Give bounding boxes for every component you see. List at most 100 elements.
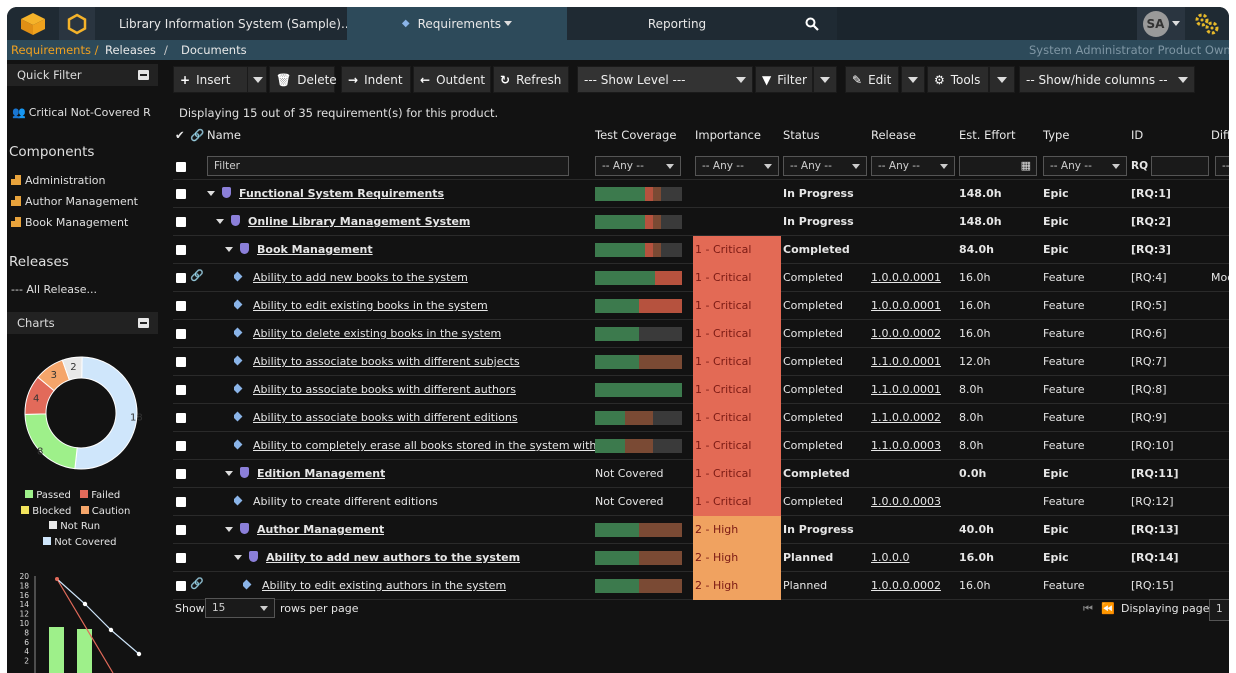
app-logo-icon[interactable] xyxy=(15,7,51,40)
table-row[interactable]: Ability to edit existing books in the sy… xyxy=(173,292,1229,320)
release-link[interactable]: 1.0.0.0 xyxy=(871,544,909,571)
admin-settings-button[interactable] xyxy=(1189,7,1225,40)
table-row[interactable]: Online Library Management System In Progr… xyxy=(173,208,1229,236)
attachment-icon[interactable]: 🔗 xyxy=(190,269,204,282)
column-header-name[interactable]: Name xyxy=(207,128,241,142)
edit-dropdown[interactable] xyxy=(901,66,925,93)
product-selector[interactable]: Library Information System (Sample)... xyxy=(113,7,365,40)
row-checkbox[interactable] xyxy=(176,581,186,591)
tab-requirements[interactable]: ◆ Requirements xyxy=(347,7,567,40)
expand-triangle-icon[interactable] xyxy=(225,247,233,252)
component-item-author-management[interactable]: Author Management xyxy=(11,195,138,208)
tools-dropdown[interactable] xyxy=(989,66,1015,93)
table-row[interactable]: Functional System Requirements In Progres… xyxy=(173,180,1229,208)
table-row[interactable]: Ability to associate books with differen… xyxy=(173,376,1229,404)
table-row[interactable]: Author Management 2 - High In Progress 40.0… xyxy=(173,516,1229,544)
requirement-link[interactable]: Ability to edit existing authors in the … xyxy=(262,579,506,592)
requirement-link[interactable]: Author Management xyxy=(257,523,384,536)
edit-button[interactable]: ✎ Edit xyxy=(845,66,899,93)
name-filter-input[interactable]: Filter xyxy=(207,156,569,176)
requirement-link[interactable]: Online Library Management System xyxy=(248,215,470,228)
release-link[interactable]: 1.0.0.0.0001 xyxy=(871,292,941,319)
column-header-release[interactable]: Release xyxy=(871,128,916,142)
release-link[interactable]: 1.1.0.0.0001 xyxy=(871,348,941,375)
column-header-difficulty[interactable]: Diffic xyxy=(1211,128,1229,142)
filter-button[interactable]: ▼ Filter xyxy=(755,66,813,93)
column-header-id[interactable]: ID xyxy=(1131,128,1143,142)
table-row[interactable]: Book Management 1 - Critical Completed 84.0… xyxy=(173,236,1229,264)
column-header-importance[interactable]: Importance xyxy=(695,128,761,142)
outdent-button[interactable]: ← Outdent xyxy=(413,66,491,93)
breadcrumb-releases[interactable]: Releases xyxy=(105,43,156,57)
release-link[interactable]: 1.0.0.0.0002 xyxy=(871,320,941,347)
row-checkbox[interactable] xyxy=(176,273,186,283)
row-checkbox[interactable] xyxy=(176,301,186,311)
quick-filter-item[interactable]: 👥 Critical Not-Covered R xyxy=(12,106,151,119)
expand-triangle-icon[interactable] xyxy=(207,191,215,196)
release-link[interactable]: 1.1.0.0.0003 xyxy=(871,432,941,459)
row-checkbox[interactable] xyxy=(176,189,186,199)
table-row[interactable]: Ability to associate books with differen… xyxy=(173,348,1229,376)
user-menu[interactable]: SA xyxy=(1137,7,1185,40)
previous-page-icon[interactable]: ⏪ xyxy=(1101,595,1115,622)
release-link[interactable]: 1.1.0.0.0002 xyxy=(871,404,941,431)
search-button[interactable] xyxy=(787,7,837,40)
coverage-filter-select[interactable]: -- Any -- xyxy=(595,156,681,176)
show-level-select[interactable]: --- Show Level --- xyxy=(577,66,753,93)
column-header-status[interactable]: Status xyxy=(783,128,820,142)
release-link[interactable]: 1.0.0.0.0003 xyxy=(871,488,941,515)
expand-triangle-icon[interactable] xyxy=(225,471,233,476)
effort-filter-input[interactable]: ▦ xyxy=(959,156,1037,176)
first-page-icon[interactable]: ⏮ xyxy=(1083,595,1093,622)
breadcrumb-documents[interactable]: Documents xyxy=(181,43,247,57)
type-filter-select[interactable]: -- Any -- xyxy=(1043,156,1127,176)
row-checkbox[interactable] xyxy=(176,413,186,423)
column-header-type[interactable]: Type xyxy=(1043,128,1069,142)
page-number-input[interactable]: 1 xyxy=(1209,599,1229,621)
insert-button[interactable]: + Insert xyxy=(173,66,251,93)
tools-button[interactable]: ⚙ Tools xyxy=(927,66,989,93)
row-checkbox[interactable] xyxy=(176,525,186,535)
expand-triangle-icon[interactable] xyxy=(225,527,233,532)
table-row[interactable]: Ability to add new authors to the system… xyxy=(173,544,1229,572)
requirement-link[interactable]: Ability to delete existing books in the … xyxy=(253,327,501,340)
column-header-est-effort[interactable]: Est. Effort xyxy=(959,128,1016,142)
page-size-select[interactable]: 15 xyxy=(205,598,275,618)
requirement-link[interactable]: Ability to create different editions xyxy=(253,495,438,508)
attachment-icon[interactable]: 🔗 xyxy=(190,577,204,590)
column-header-test-coverage[interactable]: Test Coverage xyxy=(595,128,676,142)
row-checkbox[interactable] xyxy=(176,469,186,479)
component-item-administration[interactable]: Administration xyxy=(11,174,106,187)
insert-dropdown[interactable] xyxy=(247,66,267,93)
refresh-button[interactable]: ↻ Refresh xyxy=(493,66,569,93)
row-checkbox[interactable] xyxy=(176,245,186,255)
release-link[interactable]: 1.1.0.0.0001 xyxy=(871,376,941,403)
requirement-link[interactable]: Ability to add new authors to the system xyxy=(266,551,520,564)
indent-button[interactable]: → Indent xyxy=(341,66,411,93)
requirement-link[interactable]: Ability to completely erase all books st… xyxy=(253,439,596,452)
select-all-check-icon[interactable]: ✔ xyxy=(175,128,185,142)
table-row[interactable]: Ability to associate books with differen… xyxy=(173,404,1229,432)
expand-triangle-icon[interactable] xyxy=(234,555,242,560)
status-filter-select[interactable]: -- Any -- xyxy=(783,156,867,176)
breadcrumb-requirements[interactable]: Requirements / xyxy=(11,43,98,57)
table-row[interactable]: 🔗 Ability to add new books to the system 1… xyxy=(173,264,1229,292)
row-checkbox[interactable] xyxy=(176,553,186,563)
hexagon-icon[interactable] xyxy=(59,7,95,40)
id-filter-input[interactable] xyxy=(1151,156,1209,176)
difficulty-filter-select[interactable]: -- A xyxy=(1215,156,1229,176)
row-checkbox[interactable] xyxy=(176,385,186,395)
requirement-link[interactable]: Edition Management xyxy=(257,467,385,480)
collapse-icon[interactable] xyxy=(138,318,149,328)
table-row[interactable]: Ability to create different editions Not … xyxy=(173,488,1229,516)
table-row[interactable]: Ability to completely erase all books st… xyxy=(173,432,1229,460)
row-checkbox[interactable] xyxy=(176,217,186,227)
component-item-book-management[interactable]: Book Management xyxy=(11,216,128,229)
table-row[interactable]: Edition Management Not Covered 1 - Critica… xyxy=(173,460,1229,488)
requirement-link[interactable]: Ability to associate books with differen… xyxy=(253,383,516,396)
row-checkbox[interactable] xyxy=(176,357,186,367)
row-checkbox[interactable] xyxy=(176,441,186,451)
requirement-link[interactable]: Ability to associate books with differen… xyxy=(253,355,520,368)
release-filter-select[interactable]: -- Any -- xyxy=(871,156,955,176)
select-all-checkbox[interactable] xyxy=(176,162,186,172)
